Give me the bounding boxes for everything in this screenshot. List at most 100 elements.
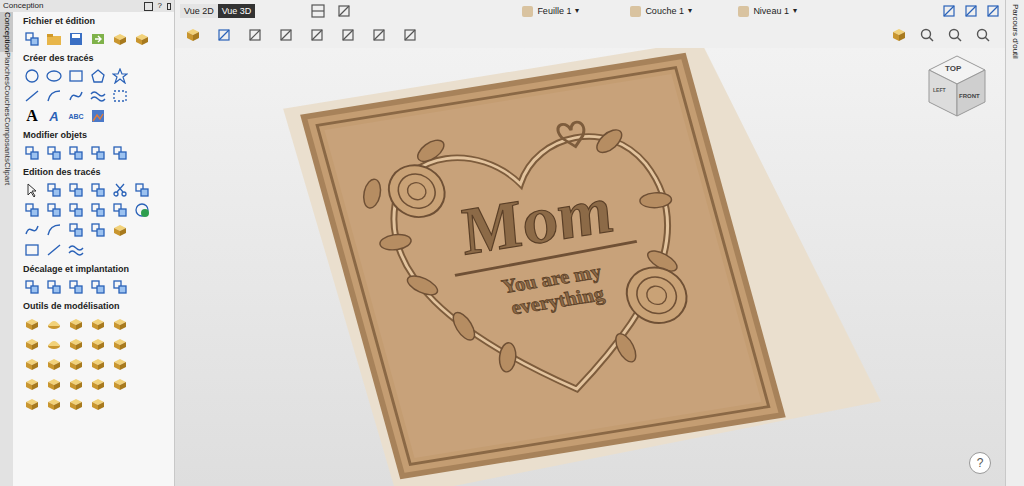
rect-tool-icon[interactable] <box>24 242 40 258</box>
gold-tool-icon[interactable] <box>24 396 40 412</box>
anchor-icon[interactable] <box>340 27 356 43</box>
weld-tool-icon[interactable] <box>24 202 40 218</box>
nest-tool-icon[interactable] <box>68 279 84 295</box>
curve-tool-icon[interactable] <box>24 222 40 238</box>
view-cube-icon[interactable] <box>925 54 989 118</box>
node-tool-icon[interactable] <box>46 182 62 198</box>
circle-tool-icon[interactable] <box>24 68 40 84</box>
gold-tool-icon[interactable] <box>24 316 40 332</box>
frame-icon[interactable] <box>985 3 1001 19</box>
gold-tool-icon[interactable] <box>90 336 106 352</box>
scissors-tool-icon[interactable] <box>112 182 128 198</box>
gold-tool-icon[interactable] <box>68 356 84 372</box>
right-tab[interactable]: Parcours d'outil <box>1009 4 1021 59</box>
help-button[interactable]: ? <box>158 1 162 11</box>
offset-tool-icon[interactable] <box>24 279 40 295</box>
gold-tool-icon[interactable] <box>112 356 128 372</box>
pin-icon[interactable] <box>167 3 171 10</box>
gold-tool-icon[interactable] <box>68 336 84 352</box>
trim-tool-icon[interactable] <box>68 222 84 238</box>
img-tool-icon[interactable] <box>90 108 106 124</box>
gold-tool-icon[interactable] <box>24 356 40 372</box>
fillet-tool-icon[interactable] <box>90 222 106 238</box>
zoom-icon[interactable] <box>919 27 935 43</box>
clip-icon[interactable] <box>371 27 387 43</box>
gold-tool-icon[interactable] <box>90 356 106 372</box>
array-tool-icon[interactable] <box>46 279 62 295</box>
crop-tool-icon[interactable] <box>24 31 40 47</box>
grid-tool-icon[interactable] <box>112 279 128 295</box>
gold-tool-icon[interactable] <box>90 396 106 412</box>
zoom-icon[interactable] <box>947 27 963 43</box>
gold-tool-icon[interactable] <box>46 396 62 412</box>
pent-tool-icon[interactable] <box>90 68 106 84</box>
nodes-icon[interactable] <box>963 3 979 19</box>
sheet-icon[interactable] <box>278 27 294 43</box>
join-tool-icon[interactable] <box>68 202 84 218</box>
gold-tool-icon[interactable] <box>112 222 128 238</box>
text-tool-icon[interactable]: A <box>24 108 40 124</box>
gold-tool-icon[interactable] <box>68 316 84 332</box>
cube-icon[interactable] <box>891 27 907 43</box>
wave-tool-icon[interactable] <box>68 242 84 258</box>
relief-3d-view[interactable]: MomYou are myeverything <box>175 48 1005 486</box>
gold-tool-icon[interactable] <box>90 316 106 332</box>
dome-tool-icon[interactable] <box>46 316 62 332</box>
collapse-icon[interactable] <box>144 2 153 11</box>
gold-tool-icon[interactable] <box>46 376 62 392</box>
wave-tool-icon[interactable] <box>90 88 106 104</box>
hatch-icon[interactable] <box>402 27 418 43</box>
size-tool-icon[interactable] <box>90 145 106 161</box>
tile-tool-icon[interactable] <box>90 279 106 295</box>
help-circle-button[interactable]: ? <box>969 452 991 474</box>
dome-tool-icon[interactable] <box>46 336 62 352</box>
side-tab[interactable]: Couches <box>0 85 13 117</box>
toolbar-dropdown[interactable]: Feuille 1▾ <box>522 5 630 17</box>
cut-tool-icon[interactable] <box>112 202 128 218</box>
snap-icon[interactable] <box>941 3 957 19</box>
import-tool-icon[interactable] <box>90 31 106 47</box>
gold-tool-icon[interactable] <box>134 31 150 47</box>
line-tool-icon[interactable] <box>24 88 40 104</box>
star-tool-icon[interactable] <box>112 68 128 84</box>
gold-tool-icon[interactable] <box>24 376 40 392</box>
curve-tool-icon[interactable] <box>68 88 84 104</box>
zoom-icon[interactable] <box>975 27 991 43</box>
side-tab[interactable]: Composants <box>0 117 13 162</box>
move-tool-icon[interactable] <box>24 145 40 161</box>
rot-tool-icon[interactable] <box>46 145 62 161</box>
pointer-tool-icon[interactable] <box>24 182 40 198</box>
side-tab[interactable]: Clipart <box>0 162 13 185</box>
gold-tool-icon[interactable] <box>46 356 62 372</box>
view-tab[interactable]: Vue 2D <box>180 4 218 18</box>
dash-tool-icon[interactable] <box>90 182 106 198</box>
gold-tool-icon[interactable] <box>112 376 128 392</box>
text-tool-icon[interactable]: A <box>46 108 62 124</box>
toolbar-dropdown[interactable]: Couche 1▾ <box>630 5 738 17</box>
gold-tool-icon[interactable] <box>112 316 128 332</box>
mirror-tool-icon[interactable] <box>68 145 84 161</box>
box-icon[interactable] <box>309 27 325 43</box>
rect-tool-icon[interactable] <box>68 68 84 84</box>
cube-icon[interactable] <box>185 27 201 43</box>
close-tool-icon[interactable] <box>90 202 106 218</box>
gold-tool-icon[interactable] <box>112 31 128 47</box>
toolbar-dropdown[interactable]: Niveau 1▾ <box>738 5 848 17</box>
text-tool-icon[interactable]: ABC <box>68 108 84 124</box>
arc-tool-icon[interactable] <box>46 222 62 238</box>
viewport-3d[interactable]: MomYou are myeverythingTOPLEFTFRONT? <box>175 48 1005 486</box>
line-tool-icon[interactable] <box>46 242 62 258</box>
save-tool-icon[interactable] <box>68 31 84 47</box>
side-tab[interactable]: Planches <box>0 52 13 85</box>
shapes-icon[interactable] <box>216 27 232 43</box>
gold-tool-icon[interactable] <box>24 336 40 352</box>
dashrect-tool-icon[interactable] <box>112 88 128 104</box>
sub-tool-icon[interactable] <box>46 202 62 218</box>
ok-tool-icon[interactable] <box>134 202 150 218</box>
xy-tool-icon[interactable] <box>134 182 150 198</box>
gold-tool-icon[interactable] <box>68 396 84 412</box>
nodeadd-tool-icon[interactable] <box>68 182 84 198</box>
arc-tool-icon[interactable] <box>46 88 62 104</box>
side-tab[interactable]: Conception <box>0 12 13 52</box>
open-tool-icon[interactable] <box>46 31 62 47</box>
